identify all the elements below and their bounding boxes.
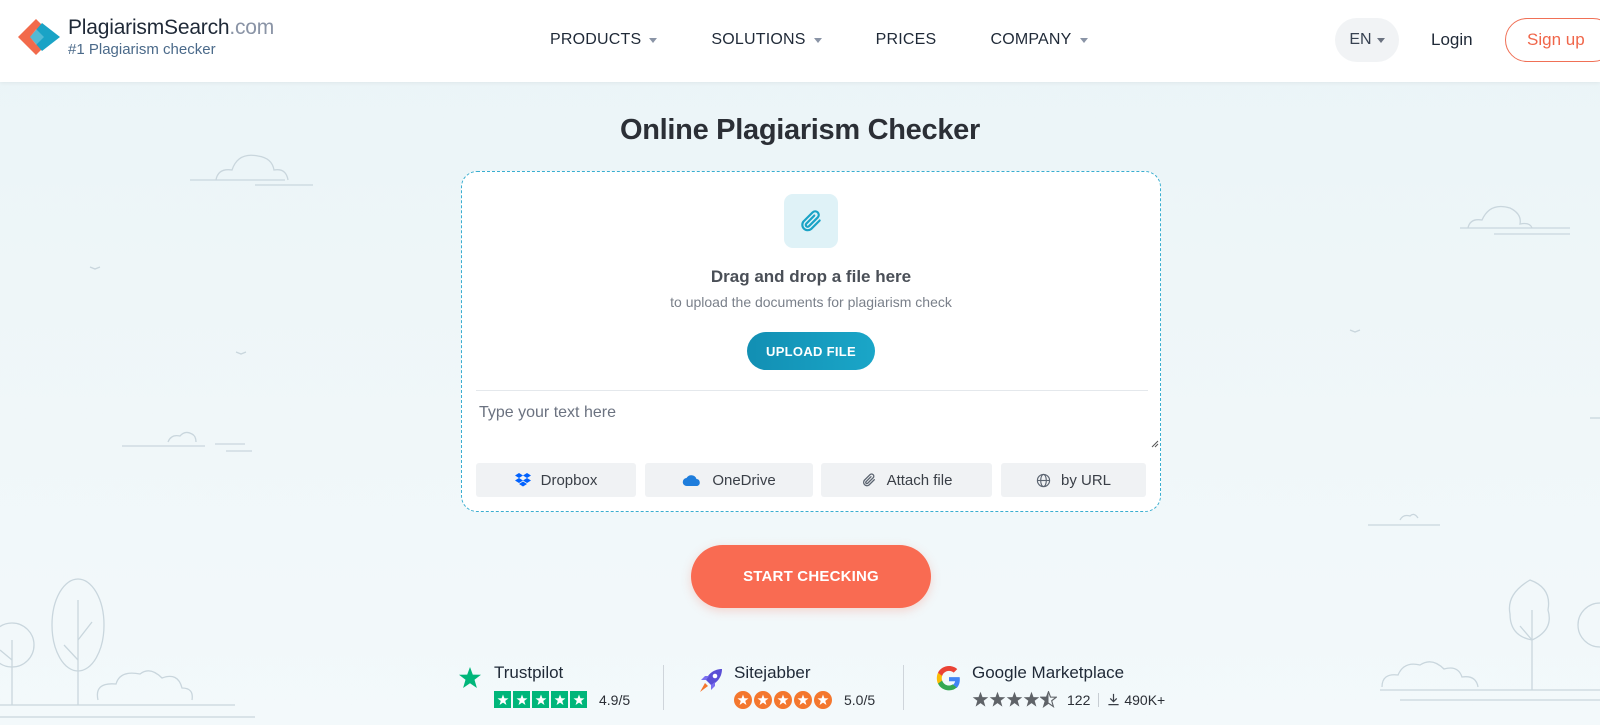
- rating-trustpilot[interactable]: Trustpilot 4.9/5: [458, 663, 630, 708]
- paperclip-icon: [862, 473, 875, 487]
- google-marketplace-name: Google Marketplace: [972, 663, 1125, 682]
- star-icon: [532, 691, 549, 708]
- sitejabber-name: Sitejabber: [734, 663, 811, 682]
- logo-name: PlagiarismSearch: [68, 16, 230, 39]
- google-review-count: 122: [1067, 691, 1091, 708]
- chevron-down-icon: [1079, 37, 1088, 43]
- rating-sitejabber[interactable]: Sitejabber 5.0/5: [696, 663, 875, 709]
- star-icon: [754, 691, 772, 709]
- attach-file-label: Attach file: [886, 471, 953, 489]
- star-icon: [734, 691, 752, 709]
- sitejabber-score: 5.0/5: [844, 692, 876, 708]
- nav-prices[interactable]: PRICES: [876, 31, 937, 49]
- upload-file-button[interactable]: UPLOAD FILE: [747, 332, 875, 370]
- language-label: EN: [1349, 31, 1372, 48]
- dropbox-icon: [514, 473, 531, 487]
- google-installs: 490K+: [1124, 691, 1166, 708]
- dropbox-button[interactable]: Dropbox: [476, 463, 636, 497]
- by-url-button[interactable]: by URL: [1001, 463, 1146, 497]
- paperclip-icon: [784, 194, 838, 248]
- nav-products[interactable]: PRODUCTS: [550, 31, 658, 49]
- onedrive-icon: [683, 474, 701, 486]
- logo-tagline: #1 Plagiarism checker: [68, 41, 216, 58]
- dropbox-label: Dropbox: [540, 471, 598, 489]
- onedrive-button[interactable]: OneDrive: [645, 463, 813, 497]
- google-icon: [936, 666, 960, 691]
- resize-handle-icon[interactable]: [1151, 440, 1159, 448]
- nav-products-label: PRODUCTS: [550, 31, 642, 48]
- nav-solutions[interactable]: SOLUTIONS: [711, 31, 822, 49]
- globe-icon: [1036, 473, 1051, 487]
- download-icon: [1108, 693, 1119, 706]
- file-drop-zone[interactable]: Drag and drop a file here to upload the …: [461, 171, 1161, 512]
- star-icon: [513, 691, 530, 708]
- trustpilot-stars: [494, 691, 589, 708]
- page-title: Online Plagiarism Checker: [620, 114, 980, 146]
- login-link[interactable]: Login: [1431, 30, 1473, 50]
- trustpilot-name: Trustpilot: [494, 663, 564, 682]
- text-input[interactable]: [476, 398, 1148, 453]
- star-icon: [814, 691, 832, 709]
- sitejabber-stars: [734, 691, 834, 709]
- star-half-icon: [1040, 691, 1057, 708]
- start-checking-button[interactable]: START CHECKING: [691, 545, 931, 608]
- drag-drop-subtitle: to upload the documents for plagiarism c…: [670, 294, 952, 310]
- star-icon: [1023, 691, 1040, 707]
- divider: [1098, 692, 1100, 707]
- nav-solutions-label: SOLUTIONS: [711, 31, 806, 48]
- divider: [903, 665, 904, 710]
- site-logo[interactable]: PlagiarismSearch.com #1 Plagiarism check…: [16, 17, 274, 57]
- rating-google-marketplace[interactable]: Google Marketplace 122 490K+: [936, 663, 1165, 708]
- trustpilot-star-icon: [459, 667, 481, 688]
- by-url-label: by URL: [1060, 471, 1112, 489]
- google-stars: [972, 691, 1057, 708]
- nav-prices-label: PRICES: [875, 31, 937, 48]
- attach-file-button[interactable]: Attach file: [821, 463, 992, 497]
- star-icon: [551, 691, 568, 708]
- star-icon: [774, 691, 792, 709]
- divider: [476, 390, 1148, 391]
- trustpilot-score: 4.9/5: [599, 691, 631, 708]
- signup-button[interactable]: Sign up: [1505, 18, 1600, 62]
- logo-icon: [16, 17, 62, 57]
- onedrive-label: OneDrive: [712, 471, 776, 489]
- language-selector[interactable]: EN: [1335, 18, 1399, 62]
- drag-drop-title: Drag and drop a file here: [710, 267, 912, 286]
- star-icon: [494, 691, 511, 708]
- main-nav: PRODUCTS SOLUTIONS PRICES COMPANY: [550, 31, 1142, 49]
- star-icon: [570, 691, 587, 708]
- star-icon: [794, 691, 812, 709]
- top-navigation-bar: PlagiarismSearch.com #1 Plagiarism check…: [0, 0, 1600, 82]
- logo-domain: .com: [229, 16, 275, 39]
- star-icon: [972, 691, 989, 707]
- chevron-down-icon: [649, 37, 658, 43]
- nav-company-label: COMPANY: [990, 31, 1072, 48]
- divider: [663, 665, 664, 710]
- sitejabber-rocket-icon: [700, 669, 722, 692]
- chevron-down-icon: [1376, 37, 1385, 43]
- chevron-down-icon: [813, 37, 822, 43]
- star-icon: [989, 691, 1006, 707]
- star-icon: [1006, 691, 1023, 707]
- nav-company[interactable]: COMPANY: [990, 31, 1088, 49]
